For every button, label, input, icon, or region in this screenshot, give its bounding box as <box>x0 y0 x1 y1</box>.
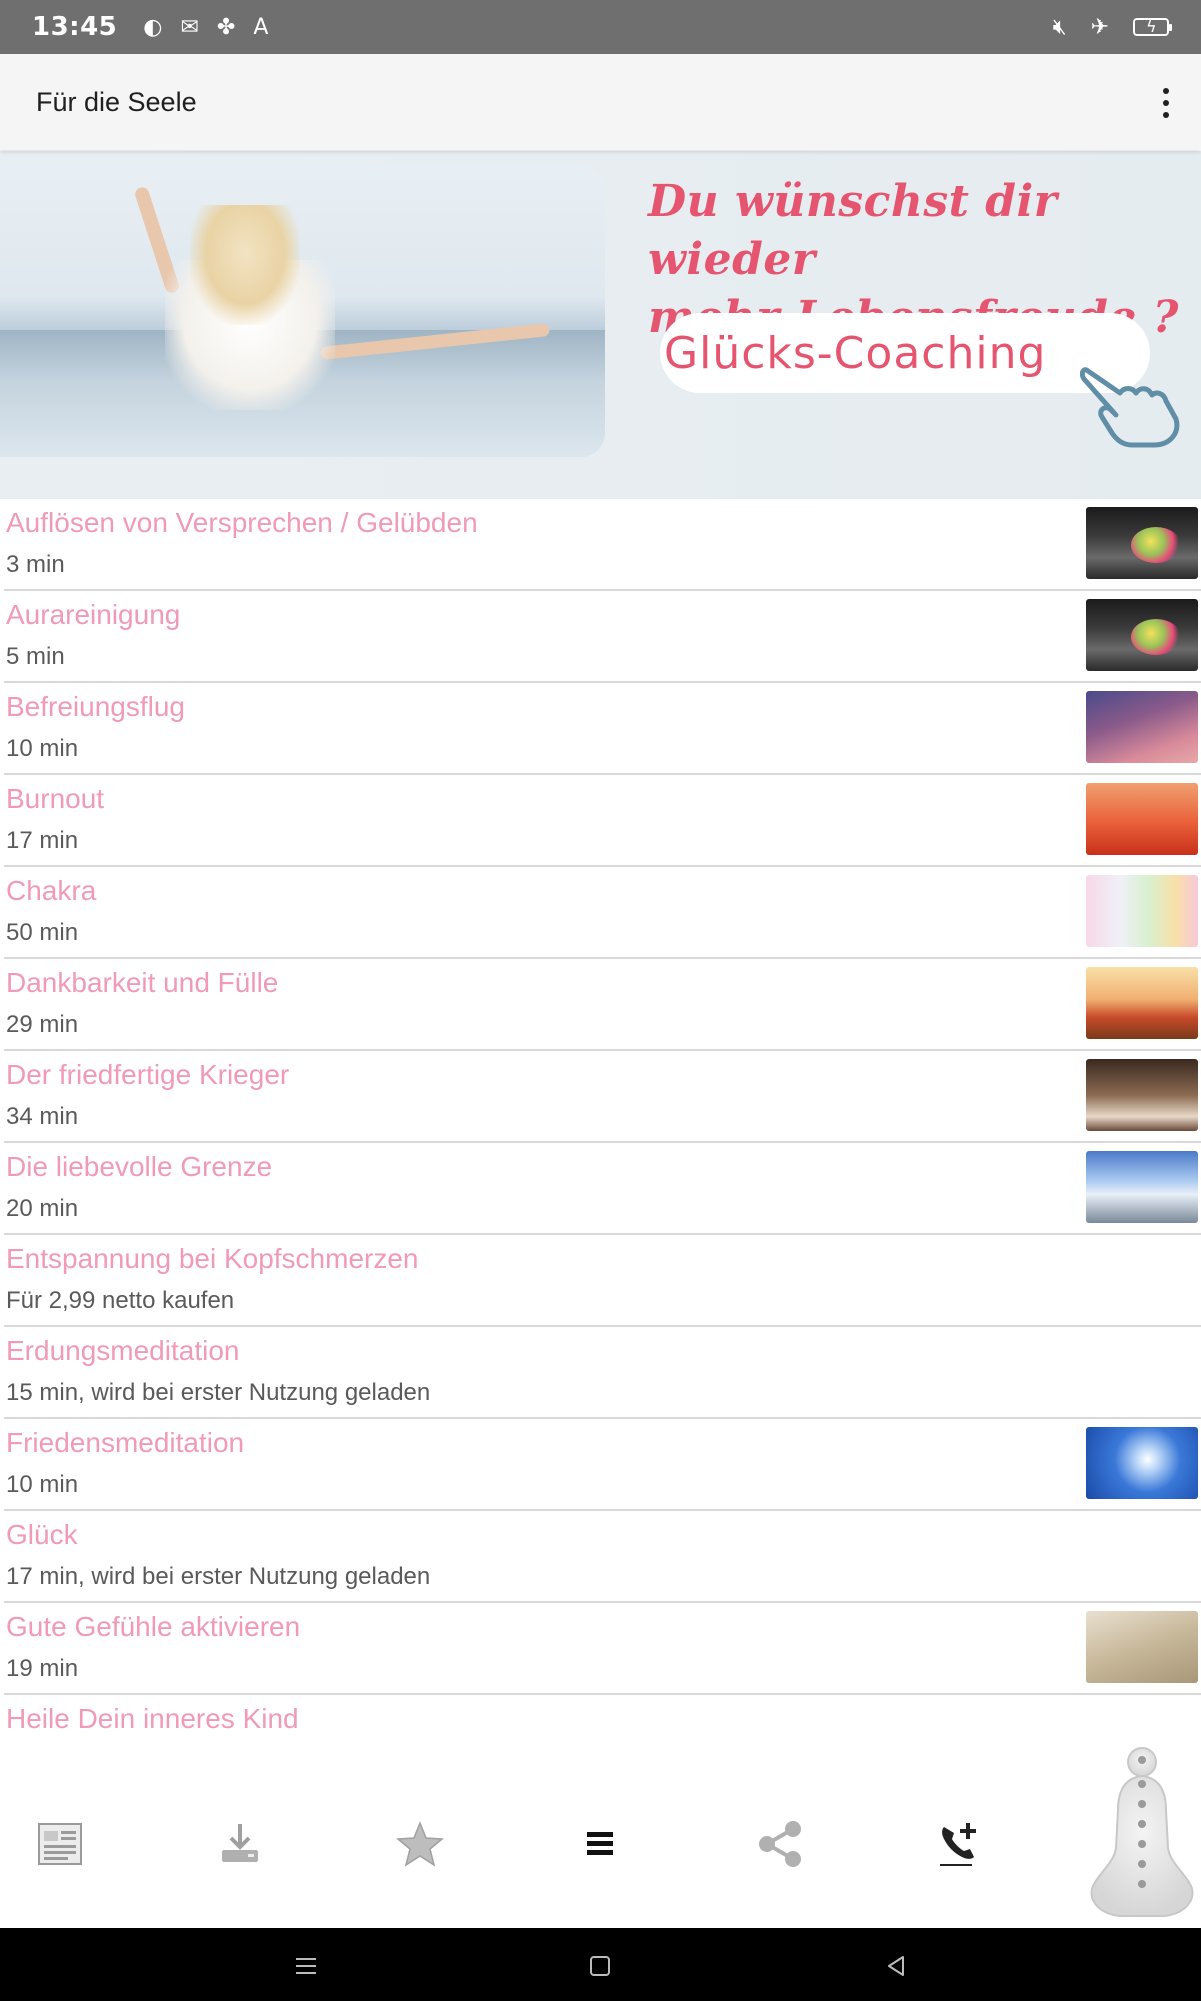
list-item[interactable]: Erdungsmeditation 15 min, wird bei erste… <box>4 1327 1201 1419</box>
item-thumbnail <box>1086 1427 1198 1499</box>
list-item[interactable]: Die liebevolle Grenze 20 min <box>4 1143 1201 1235</box>
star-icon <box>396 1821 444 1867</box>
app-title: Für die Seele <box>36 86 197 117</box>
airplane-icon: ✈ <box>1090 14 1109 40</box>
item-thumbnail <box>1086 691 1198 763</box>
nav-favorites-button[interactable] <box>390 1814 450 1874</box>
item-duration: 5 min <box>6 643 65 670</box>
item-duration: 19 min <box>6 1655 79 1682</box>
list-item[interactable]: Gute Gefühle aktivieren 19 min <box>4 1603 1201 1695</box>
bottom-navigation <box>0 1734 1201 1928</box>
item-duration: 50 min <box>6 919 79 946</box>
share-icon <box>759 1821 801 1867</box>
list-item[interactable]: Entspannung bei Kopfschmerzen Für 2,99 n… <box>4 1235 1201 1327</box>
item-thumbnail <box>1086 1611 1198 1683</box>
item-title: Burnout <box>6 783 105 814</box>
list-item[interactable]: Glück 17 min, wird bei erster Nutzung ge… <box>4 1511 1201 1603</box>
list-item[interactable]: Burnout 17 min <box>4 775 1201 867</box>
item-duration: 29 min <box>6 1011 79 1038</box>
item-title: Befreiungsflug <box>6 691 186 722</box>
banner-photo <box>0 165 605 457</box>
mail-icon: ✉ <box>180 14 199 40</box>
item-duration: 3 min <box>6 551 65 578</box>
item-title: Chakra <box>6 875 97 906</box>
item-title: Aurareinigung <box>6 599 181 630</box>
banner-headline-line1: Du wünschst dir wieder <box>648 176 1058 285</box>
home-square-icon <box>590 1956 610 1976</box>
status-time: 13:45 <box>32 12 118 42</box>
item-thumbnail <box>1086 1059 1198 1131</box>
item-thumbnail <box>1086 599 1198 671</box>
list-item[interactable]: Dankbarkeit und Fülle 29 min <box>4 959 1201 1051</box>
add-call-icon <box>940 1823 976 1866</box>
item-thumbnail <box>1086 875 1198 947</box>
item-duration: 10 min <box>6 1471 79 1498</box>
item-duration: 34 min <box>6 1103 79 1130</box>
battery-charging-icon: ϟ <box>1133 17 1172 36</box>
item-duration: 17 min, wird bei erster Nutzung geladen <box>6 1563 431 1590</box>
item-title: Entspannung bei Kopfschmerzen <box>6 1243 419 1274</box>
item-thumbnail <box>1086 1151 1198 1223</box>
nav-share-button[interactable] <box>750 1814 810 1874</box>
nav-list-button[interactable] <box>570 1814 630 1874</box>
nav-contact-button[interactable] <box>930 1814 990 1874</box>
item-title: Erdungsmeditation <box>6 1335 240 1366</box>
item-thumbnail <box>1086 507 1198 579</box>
list-item[interactable]: Befreiungsflug 10 min <box>4 683 1201 775</box>
list-item[interactable]: Auflösen von Versprechen / Gelübden 3 mi… <box>4 499 1201 591</box>
list-item[interactable]: Aurareinigung 5 min <box>4 591 1201 683</box>
app-bar: Für die Seele <box>0 54 1201 150</box>
coaching-banner[interactable]: Du wünschst dir wieder mehr Lebensfreude… <box>0 151 1201 499</box>
list-icon <box>587 1832 613 1855</box>
app-notification-icon: ◐ <box>143 14 163 40</box>
cta-label: Glücks-Coaching <box>664 327 1047 379</box>
mute-icon: 🔇︎ <box>1052 14 1067 40</box>
item-duration: 15 min, wird bei erster Nutzung geladen <box>6 1379 431 1406</box>
menu-icon <box>296 1958 316 1974</box>
document-icon <box>38 1823 82 1865</box>
overflow-menu-icon[interactable] <box>1161 88 1171 118</box>
item-title: Dankbarkeit und Fülle <box>6 967 279 998</box>
item-title: Der friedfertige Krieger <box>6 1059 290 1090</box>
list-item[interactable]: Chakra 50 min <box>4 867 1201 959</box>
item-duration: 10 min <box>6 735 79 762</box>
item-title: Auflösen von Versprechen / Gelübden <box>6 507 478 538</box>
meditation-list[interactable]: Auflösen von Versprechen / Gelübden 3 mi… <box>0 499 1201 1734</box>
translate-icon: A <box>253 14 269 40</box>
list-item[interactable]: Der friedfertige Krieger 34 min <box>4 1051 1201 1143</box>
system-icons: 🔇︎ ✈ ϟ <box>1052 14 1172 40</box>
back-triangle-icon <box>888 1956 904 1976</box>
item-duration: 20 min <box>6 1195 79 1222</box>
notification-icons: ◐ ✉ ✤ A <box>143 15 268 40</box>
pointing-hand-icon <box>1080 367 1180 448</box>
status-bar: 13:45 ◐ ✉ ✤ A 🔇︎ ✈ ϟ <box>0 0 1201 54</box>
gluecks-coaching-button[interactable]: Glücks-Coaching <box>660 313 1150 393</box>
recent-apps-button[interactable] <box>286 1946 326 1986</box>
system-navigation-bar <box>0 1928 1201 2001</box>
item-title: Glück <box>6 1519 78 1550</box>
item-price: Für 2,99 netto kaufen <box>6 1287 235 1314</box>
item-thumbnail <box>1086 783 1198 855</box>
item-duration: 17 min <box>6 827 79 854</box>
item-title: Heile Dein inneres Kind <box>6 1703 299 1734</box>
item-title: Friedensmeditation <box>6 1427 245 1458</box>
nav-document-button[interactable] <box>30 1814 90 1874</box>
home-button[interactable] <box>580 1946 620 1986</box>
item-title: Die liebevolle Grenze <box>6 1151 273 1182</box>
list-item[interactable]: Friedensmeditation 10 min <box>4 1419 1201 1511</box>
fan-icon: ✤ <box>216 14 236 40</box>
nav-download-button[interactable] <box>210 1814 270 1874</box>
item-thumbnail <box>1086 967 1198 1039</box>
meditating-figure-icon <box>1090 1747 1194 1917</box>
back-button[interactable] <box>876 1946 916 1986</box>
download-icon <box>222 1824 258 1862</box>
list-item[interactable]: Heile Dein inneres Kind <box>4 1695 1201 1734</box>
item-title: Gute Gefühle aktivieren <box>6 1611 301 1642</box>
